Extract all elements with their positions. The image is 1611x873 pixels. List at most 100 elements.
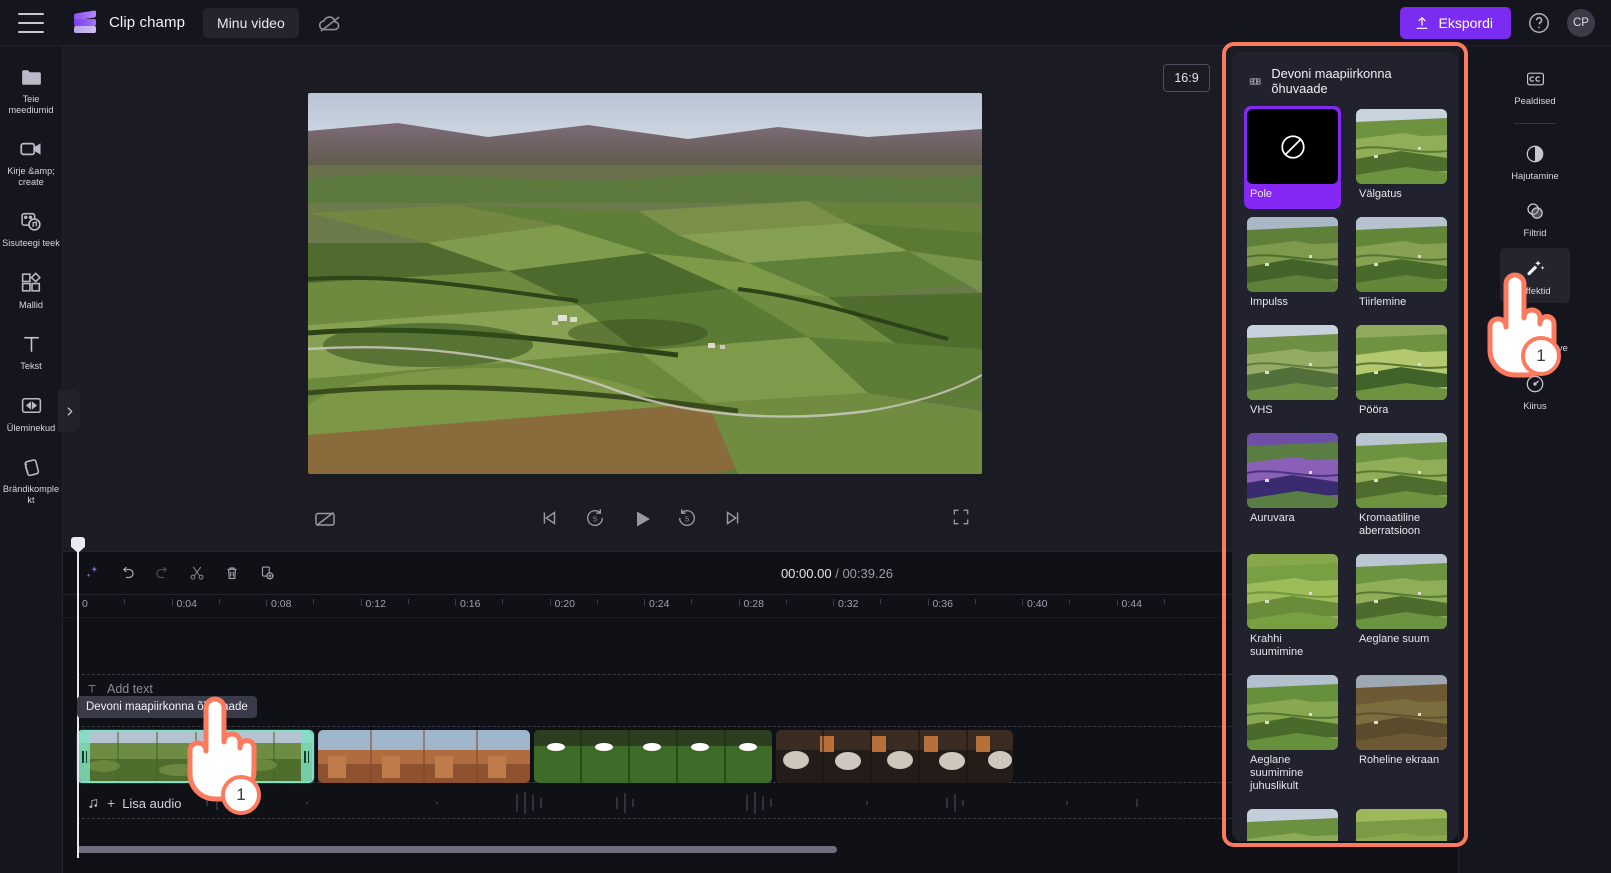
ruler-tick-label: 0:16: [460, 598, 481, 610]
clip-trim-handle-left[interactable]: [79, 732, 90, 781]
timeline-scrollbar[interactable]: [77, 846, 837, 853]
effect-item[interactable]: [1353, 806, 1450, 841]
duplicate-icon[interactable]: [252, 558, 282, 588]
clip-trim-handle-right[interactable]: [301, 732, 312, 781]
effect-label: Aeglane suum: [1359, 633, 1430, 645]
clip-thumbnail-strip: [534, 730, 772, 783]
clip-thumbnail-strip: [79, 732, 312, 781]
total-time: 00:39.26: [842, 565, 894, 581]
effect-item[interactable]: VHS: [1244, 322, 1341, 425]
effect-thumbnail: [1247, 217, 1338, 292]
ruler-tickmark: [738, 599, 740, 606]
ruler-tickmark-minor: [596, 599, 598, 604]
rail-item-captions[interactable]: Pealdised: [1500, 58, 1570, 114]
redo-icon[interactable]: [147, 558, 177, 588]
effect-item[interactable]: Krahhi suumimine: [1244, 551, 1341, 667]
timeline-clip-selected[interactable]: [77, 730, 314, 783]
no-effect-icon: [1280, 134, 1305, 159]
skip-to-start-icon[interactable]: [538, 507, 564, 533]
sidebar-item-text[interactable]: Tekst: [0, 325, 63, 378]
sidebar-label: Tekst: [20, 361, 42, 371]
effect-item[interactable]: Roheline ekraan: [1353, 672, 1450, 801]
fullscreen-icon[interactable]: [951, 507, 977, 533]
hamburger-menu-icon[interactable]: [18, 12, 44, 33]
timeline-clip[interactable]: [318, 730, 530, 783]
ruler-tickmark: [455, 599, 456, 606]
rail-item-effects[interactable]: Effektid: [1500, 247, 1570, 303]
help-icon[interactable]: [1527, 11, 1551, 35]
ruler-tickmark-minor: [124, 599, 126, 604]
playhead-knob[interactable]: [71, 537, 85, 553]
effect-item[interactable]: Välgatus: [1353, 106, 1450, 209]
ruler-tick-label: 0:08: [271, 598, 292, 610]
brand-name: Clip champ: [109, 14, 186, 31]
effect-preview: [1356, 554, 1447, 629]
rail-item-fade[interactable]: Hajutamine: [1500, 133, 1570, 189]
effect-item[interactable]: Impulss: [1244, 214, 1341, 317]
export-button[interactable]: Ekspordi: [1399, 6, 1511, 39]
player-controls: 5 5: [63, 495, 1223, 545]
forward-5-icon[interactable]: 5: [676, 507, 702, 533]
properties-rail: Pealdised Hajutamine Filtrid Effektid Ki…: [1458, 46, 1611, 873]
effect-label: Pööra: [1359, 404, 1389, 416]
sidebar-item-transitions[interactable]: Üleminekud: [0, 387, 63, 440]
step-badge-2: 1: [221, 775, 261, 815]
clipchamp-editor: Clip champ Minu video Ekspordi CP Teie m…: [0, 0, 1611, 873]
rail-label: Pealdised: [1514, 95, 1556, 106]
rail-item-filters[interactable]: Filtrid: [1500, 190, 1570, 246]
effect-thumbnail: [1356, 809, 1447, 841]
effect-item[interactable]: Kromaatiline aberratsioon: [1353, 430, 1450, 546]
aspect-ratio-button[interactable]: 16:9: [1163, 64, 1210, 92]
effect-item[interactable]: Pole: [1244, 106, 1341, 209]
rail-label: Hajutamine: [1511, 169, 1559, 181]
cloud-off-icon[interactable]: [317, 10, 343, 36]
effect-thumbnail: [1356, 433, 1447, 508]
timeline-clip[interactable]: [776, 730, 1013, 783]
effect-thumbnail: [1247, 433, 1338, 508]
sidebar-item-templates[interactable]: Mallid: [0, 264, 63, 317]
effect-item[interactable]: Auruvara: [1244, 430, 1341, 546]
clip-thumbnail-strip: [318, 730, 530, 783]
sidebar-item-content-library[interactable]: Sisuteegi teek: [0, 202, 63, 255]
play-icon[interactable]: [630, 507, 656, 533]
ruler-tick-label: 0: [82, 598, 88, 610]
effect-preview: [1247, 325, 1338, 400]
chevron-right-icon: [66, 406, 73, 416]
expand-sidebar-button[interactable]: [58, 390, 80, 432]
timeline-clip[interactable]: [534, 730, 772, 783]
add-text-track[interactable]: Add text: [85, 682, 153, 696]
sidebar-item-your-media[interactable]: Teie meediumid: [0, 58, 63, 121]
audio-waveform: [206, 792, 1138, 814]
video-preview[interactable]: [308, 93, 982, 474]
avatar[interactable]: CP: [1567, 8, 1595, 37]
rail-divider: [1514, 122, 1556, 124]
sidebar-label: Üleminekud: [6, 422, 56, 433]
effect-item[interactable]: Tiirlemine: [1353, 214, 1450, 317]
effect-item[interactable]: [1244, 806, 1341, 841]
skip-to-end-icon[interactable]: [722, 507, 748, 533]
effect-label: Auruvara: [1250, 512, 1295, 524]
ruler-tickmark: [360, 599, 362, 606]
effect-item[interactable]: Aeglane suumimine juhuslikult: [1244, 672, 1341, 801]
captions-off-icon[interactable]: [313, 507, 339, 533]
cc-icon: [1523, 67, 1547, 91]
split-icon[interactable]: [182, 558, 212, 588]
rewind-5-icon[interactable]: 5: [584, 507, 610, 533]
magic-wand-icon[interactable]: [77, 558, 107, 588]
add-audio-button[interactable]: + Lisa audio: [77, 795, 181, 811]
undo-icon[interactable]: [112, 558, 142, 588]
effect-label: Aeglane suumimine juhuslikult: [1250, 754, 1304, 792]
effect-item[interactable]: Pööra: [1353, 322, 1450, 425]
effects-panel-header: Devoni maapiirkonna õhuvaade: [1232, 52, 1458, 106]
delete-icon[interactable]: [217, 558, 247, 588]
clip-thumbnail-strip: [776, 730, 1013, 783]
sidebar-item-record-create[interactable]: Kirje &amp; create: [0, 130, 63, 193]
effect-item[interactable]: Aeglane suum: [1353, 551, 1450, 667]
ruler-tickmark: [1022, 599, 1023, 606]
rail-label: Filtrid: [1523, 227, 1547, 238]
folder-icon: [18, 65, 44, 89]
effect-preview: [1356, 675, 1447, 750]
project-name-chip[interactable]: Minu video: [203, 7, 299, 38]
top-bar: Clip champ Minu video Ekspordi CP: [0, 0, 1611, 46]
sidebar-item-brand-kit[interactable]: Brändikomplekt: [0, 448, 63, 511]
